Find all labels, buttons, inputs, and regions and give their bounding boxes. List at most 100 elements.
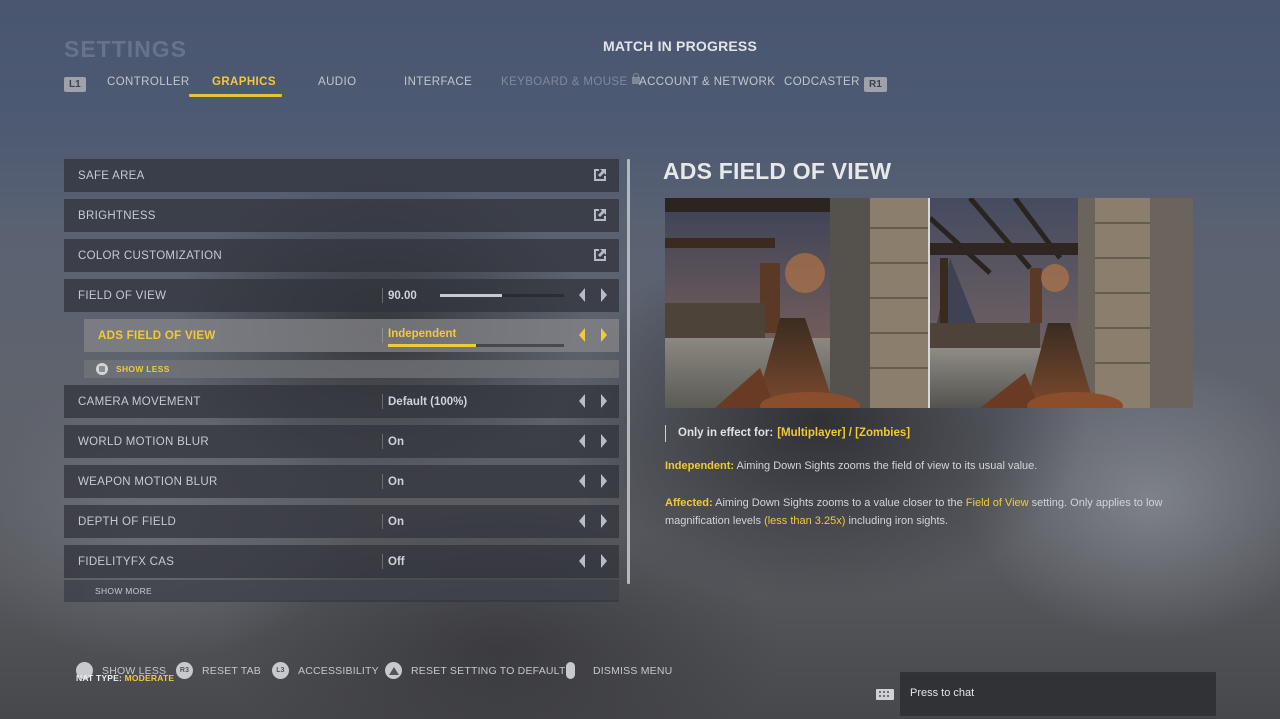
chat-prompt[interactable]: Press to chat [910, 687, 974, 699]
external-link-icon [594, 249, 606, 261]
tab-audio[interactable]: AUDIO [318, 76, 356, 88]
prompt-accessibility[interactable]: L3 ACCESSIBILITY [272, 662, 379, 679]
triangle-button-icon [385, 662, 402, 679]
affected-key: Affected: [665, 497, 713, 509]
value-arrows [579, 434, 607, 449]
prompt-reset-tab[interactable]: R3 RESET TAB [176, 662, 261, 679]
prompt-label: RESET TAB [202, 664, 261, 677]
tab-keyboard-mouse[interactable]: KEYBOARD & MOUSE [501, 73, 640, 88]
option-progress-track [388, 344, 564, 347]
external-link-icon [594, 169, 606, 181]
setting-brightness[interactable]: BRIGHTNESS [64, 199, 619, 232]
setting-ads-field-of-view[interactable]: ADS FIELD OF VIEW Independent [84, 319, 619, 352]
setting-weapon-motion-blur[interactable]: WEAPON MOTION BLUR On [64, 465, 619, 498]
setting-label: ADS FIELD OF VIEW [98, 329, 216, 342]
fov-slider[interactable] [440, 294, 564, 297]
value-separator [382, 434, 383, 449]
setting-color-customization[interactable]: COLOR CUSTOMIZATION [64, 239, 619, 272]
tab-bar: L1 CONTROLLER GRAPHICS AUDIO INTERFACE K… [64, 72, 894, 98]
external-link-icon [594, 209, 606, 221]
show-more-button[interactable]: SHOW MORE [64, 580, 619, 602]
prompt-label: ACCESSIBILITY [298, 664, 379, 677]
detail-title: ADS FIELD OF VIEW [663, 158, 892, 184]
setting-label: SAFE AREA [78, 169, 145, 182]
setting-label: FIELD OF VIEW [78, 289, 167, 302]
arrow-left-icon[interactable] [579, 394, 585, 408]
option-progress-fill [388, 344, 476, 347]
setting-label: DEPTH OF FIELD [78, 515, 177, 528]
value-separator [382, 394, 383, 409]
prompt-reset-default[interactable]: RESET SETTING TO DEFAULT [385, 662, 566, 679]
show-less-button[interactable]: SHOW LESS [84, 360, 619, 378]
prompt-label: RESET SETTING TO DEFAULT [411, 664, 566, 677]
setting-value: Off [388, 555, 405, 568]
setting-label: BRIGHTNESS [78, 209, 156, 222]
arrow-right-icon[interactable] [601, 328, 607, 342]
tab-interface[interactable]: INTERFACE [404, 76, 472, 88]
game-mode-availability: Only in effect for: [Multiplayer] / [Zomb… [665, 425, 910, 442]
arrow-right-icon[interactable] [601, 394, 607, 408]
field-of-view-highlight: Field of View [965, 497, 1029, 509]
tab-codcaster[interactable]: CODCASTER [784, 76, 860, 88]
arrow-right-icon[interactable] [601, 434, 607, 448]
setting-field-of-view[interactable]: FIELD OF VIEW 90.00 [64, 279, 619, 312]
setting-label: COLOR CUSTOMIZATION [78, 249, 222, 262]
active-tab-underline [189, 94, 282, 97]
affected-text: including iron sights. [845, 515, 949, 527]
setting-fidelityfx-cas[interactable]: FIDELITYFX CAS Off [64, 545, 619, 578]
setting-depth-of-field[interactable]: DEPTH OF FIELD On [64, 505, 619, 538]
setting-camera-movement[interactable]: CAMERA MOVEMENT Default (100%) [64, 385, 619, 418]
nat-type: NAT TYPE: MODERATE [76, 673, 174, 683]
independent-text: Aiming Down Sights zooms the field of vi… [734, 460, 1038, 472]
value-separator [382, 474, 383, 489]
value-separator [382, 328, 383, 343]
keyboard-icon [876, 689, 894, 700]
arrow-left-icon[interactable] [579, 328, 585, 342]
value-arrows [579, 474, 607, 489]
arrow-right-icon[interactable] [601, 554, 607, 568]
value-separator [382, 288, 383, 303]
scrollbar[interactable] [627, 159, 630, 584]
tab-keyboard-mouse-label: KEYBOARD & MOUSE [501, 76, 628, 88]
value-arrows [579, 328, 607, 343]
l3-button-icon: L3 [272, 662, 289, 679]
tab-graphics[interactable]: GRAPHICS [212, 76, 276, 88]
arrow-right-icon[interactable] [601, 514, 607, 528]
value-arrows [579, 394, 607, 409]
setting-safe-area[interactable]: SAFE AREA [64, 159, 619, 192]
setting-value: Independent [388, 328, 457, 340]
nat-value: MODERATE [124, 673, 175, 683]
setting-value: On [388, 515, 404, 528]
show-more-label: SHOW MORE [95, 586, 153, 596]
arrow-right-icon[interactable] [601, 288, 607, 302]
arrow-left-icon[interactable] [579, 514, 585, 528]
tab-account-network[interactable]: ACCOUNT & NETWORK [639, 76, 775, 88]
preview-affected [930, 198, 1193, 408]
r1-bumper-button[interactable]: R1 [864, 77, 887, 92]
setting-label: FIDELITYFX CAS [78, 555, 175, 568]
arrow-left-icon[interactable] [579, 434, 585, 448]
setting-value: Default (100%) [388, 395, 468, 408]
independent-description: Independent: Aiming Down Sights zooms th… [665, 457, 1185, 475]
value-arrows [579, 514, 607, 529]
l1-bumper-button[interactable]: L1 [64, 77, 86, 92]
arrow-left-icon[interactable] [579, 554, 585, 568]
arrow-left-icon[interactable] [579, 288, 585, 302]
match-status: MATCH IN PROGRESS [602, 38, 758, 54]
magnification-highlight: (less than 3.25x) [764, 515, 846, 527]
arrow-right-icon[interactable] [601, 474, 607, 488]
value-separator [382, 514, 383, 529]
value-arrows [579, 554, 607, 569]
arrow-left-icon[interactable] [579, 474, 585, 488]
effect-modes: [Multiplayer] / [Zombies] [777, 427, 911, 439]
options-button-icon [566, 662, 575, 679]
setting-label: WEAPON MOTION BLUR [78, 475, 218, 488]
r3-button-icon: R3 [176, 662, 193, 679]
setting-label: CAMERA MOVEMENT [78, 395, 201, 408]
setting-value: On [388, 475, 404, 488]
effect-prefix: Only in effect for: [678, 427, 774, 439]
tab-controller[interactable]: CONTROLLER [107, 76, 190, 88]
setting-world-motion-blur[interactable]: WORLD MOTION BLUR On [64, 425, 619, 458]
prompt-dismiss[interactable]: DISMISS MENU [566, 662, 672, 679]
nat-label: NAT TYPE: [76, 673, 123, 683]
